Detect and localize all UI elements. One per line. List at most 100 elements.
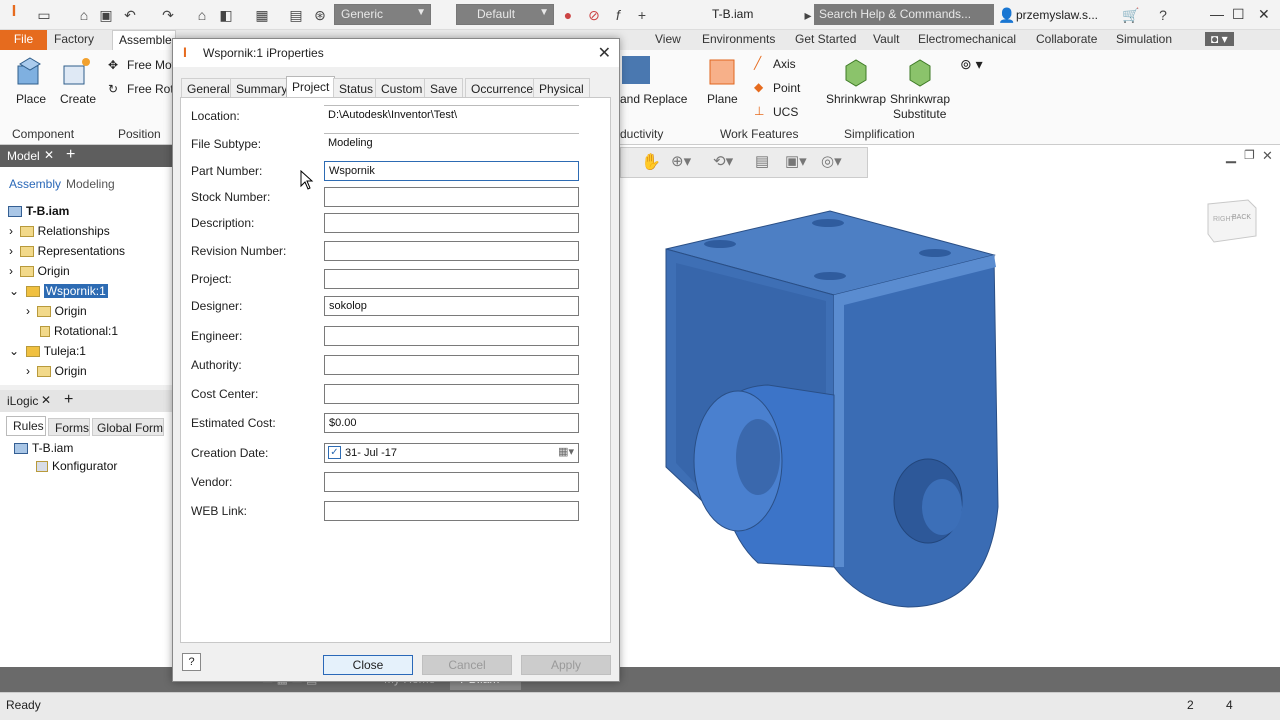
tab-get-started[interactable]: Get Started	[795, 32, 856, 46]
tree-item[interactable]: › Relationships	[9, 224, 110, 242]
authority-field[interactable]	[324, 355, 579, 375]
tab-physical[interactable]: Physical	[533, 78, 590, 98]
tab-occurrence[interactable]: Occurrence	[465, 78, 540, 98]
tab-custom[interactable]: Custom	[375, 78, 429, 98]
plus-icon[interactable]: +	[66, 146, 75, 164]
tree-item[interactable]: › Origin	[26, 304, 87, 322]
work-features-panel-label[interactable]: Work Features	[720, 127, 798, 141]
shrinkwrap-icon[interactable]	[840, 56, 872, 88]
measure-icon[interactable]: ▤	[288, 7, 304, 23]
part-number-field[interactable]: Wspornik	[324, 161, 579, 181]
tree-item-root[interactable]: T-B.iam	[8, 204, 69, 222]
vendor-field[interactable]	[324, 472, 579, 492]
designer-field[interactable]: sokolop	[324, 296, 579, 316]
undo-icon[interactable]: ↶	[122, 7, 138, 23]
tree-item-rule[interactable]: Konfigurator	[36, 459, 117, 477]
new-icon[interactable]: ▭	[36, 7, 52, 23]
filter-assembly[interactable]: Assembly	[9, 177, 61, 195]
plane-label[interactable]: Plane	[707, 92, 738, 106]
material-combo[interactable]: Generic ▼	[334, 4, 431, 25]
close-icon[interactable]: ✕	[1258, 6, 1270, 23]
tree-item[interactable]: › Origin	[26, 364, 87, 382]
ribbon-options-icon[interactable]: ◘ ▾	[1205, 32, 1234, 46]
maximize-icon[interactable]: ☐	[1232, 6, 1245, 23]
tree-item-selected[interactable]: ⌄ Wspornik:1	[9, 284, 108, 302]
axis-icon[interactable]: ╱	[754, 56, 761, 70]
pan-icon[interactable]: ✋	[641, 152, 661, 172]
tab-general[interactable]: General	[181, 78, 236, 98]
project-icon[interactable]: ◧	[218, 7, 234, 23]
place-icon[interactable]	[14, 56, 46, 88]
tab-ilogic[interactable]: iLogic	[7, 394, 38, 408]
tab-forms[interactable]: Forms	[48, 418, 90, 436]
open-icon[interactable]: ⌂	[76, 7, 92, 23]
tab-factory[interactable]: Factory	[54, 32, 94, 46]
tab-vault[interactable]: Vault	[873, 32, 899, 46]
inventor-logo-icon[interactable]: I	[6, 4, 22, 20]
viewcube-icon[interactable]: RIGHT BACK	[1204, 190, 1258, 244]
close-icon[interactable]: ✕	[598, 43, 611, 63]
clear-appearance-icon[interactable]: ⊘	[586, 7, 602, 23]
tab-project[interactable]: Project	[286, 76, 336, 98]
tab-model[interactable]: Model	[7, 149, 40, 163]
search-input[interactable]: Search Help & Commands...	[814, 4, 994, 25]
look-at-icon[interactable]: ▤	[755, 152, 769, 170]
point-icon[interactable]: ◆	[754, 80, 763, 94]
redo-icon[interactable]: ↷	[160, 7, 176, 23]
description-field[interactable]	[324, 213, 579, 233]
restore-icon[interactable]: ❐	[1244, 148, 1255, 162]
gallery-dropdown-icon[interactable]: ⊚ ▾	[960, 56, 983, 73]
close-icon[interactable]: ✕	[1262, 148, 1273, 164]
project-field[interactable]	[324, 269, 579, 289]
tree-item[interactable]: ⌄ Tuleja:1	[9, 344, 86, 362]
position-panel-label[interactable]: Position	[118, 127, 161, 141]
close-icon[interactable]: ✕	[41, 393, 51, 407]
plane-icon[interactable]	[706, 56, 738, 88]
shrinkwrap-substitute-icon[interactable]	[904, 56, 936, 88]
replace-icon[interactable]	[622, 56, 650, 84]
tab-summary[interactable]: Summary	[230, 78, 294, 98]
creation-date-picker[interactable]: ✓ 31- Jul -17 ▦▾	[324, 443, 579, 463]
web-link-field[interactable]	[324, 501, 579, 521]
user-name[interactable]: przemyslaw.s...	[1016, 8, 1098, 22]
minimize-icon[interactable]: —	[1210, 6, 1224, 22]
tree-item[interactable]: Rotational:1	[40, 324, 118, 342]
tab-rules[interactable]: Rules	[6, 416, 46, 436]
tab-environments[interactable]: Environments	[702, 32, 775, 46]
replace-label[interactable]: and Replace	[620, 92, 687, 106]
plus-icon[interactable]: +	[634, 7, 650, 23]
bracket-model[interactable]	[658, 207, 1008, 617]
estimated-cost-field[interactable]: $0.00	[324, 413, 579, 433]
orbit-icon[interactable]: ⟲▾	[713, 152, 733, 170]
zoom-icon[interactable]: ⊕▾	[671, 152, 691, 170]
point-label[interactable]: Point	[773, 81, 800, 95]
calendar-dropdown-icon[interactable]: ▦▾	[558, 445, 574, 458]
component-panel-label[interactable]: Component	[12, 127, 74, 141]
steering-wheel-icon[interactable]: ◎▾	[821, 152, 842, 170]
select-icon[interactable]: ▦	[254, 7, 270, 23]
shrinkwrap-substitute-label-1[interactable]: Shrinkwrap	[890, 92, 950, 106]
free-rotate-icon[interactable]: ↻	[108, 82, 118, 96]
color-icon[interactable]: ●	[560, 7, 576, 23]
tree-item[interactable]: › Origin	[9, 264, 70, 282]
free-move-icon[interactable]: ✥	[108, 58, 118, 72]
tab-collaborate[interactable]: Collaborate	[1036, 32, 1097, 46]
apply-button[interactable]: Apply	[521, 655, 611, 675]
cancel-button[interactable]: Cancel	[422, 655, 512, 675]
cart-icon[interactable]: 🛒	[1122, 7, 1139, 23]
home-icon[interactable]: ⌂	[194, 7, 210, 23]
tab-status[interactable]: Status	[333, 78, 380, 98]
file-menu[interactable]: File	[0, 30, 47, 50]
revision-number-field[interactable]	[324, 241, 579, 261]
update-icon[interactable]: ⊛	[312, 7, 328, 23]
user-icon[interactable]: 👤	[998, 7, 1015, 23]
axis-label[interactable]: Axis	[773, 57, 796, 71]
ucs-icon[interactable]: ⊥	[754, 104, 764, 118]
graphics-window[interactable]: ▁ ❐ ✕ RIGHT BACK	[620, 145, 1280, 667]
place-label[interactable]: Place	[16, 92, 46, 106]
stock-number-field[interactable]	[324, 187, 579, 207]
ucs-label[interactable]: UCS	[773, 105, 798, 119]
plus-icon[interactable]: +	[64, 391, 73, 409]
tree-item[interactable]: › Representations	[9, 244, 125, 262]
appearance-combo[interactable]: Default ▼	[456, 4, 554, 25]
